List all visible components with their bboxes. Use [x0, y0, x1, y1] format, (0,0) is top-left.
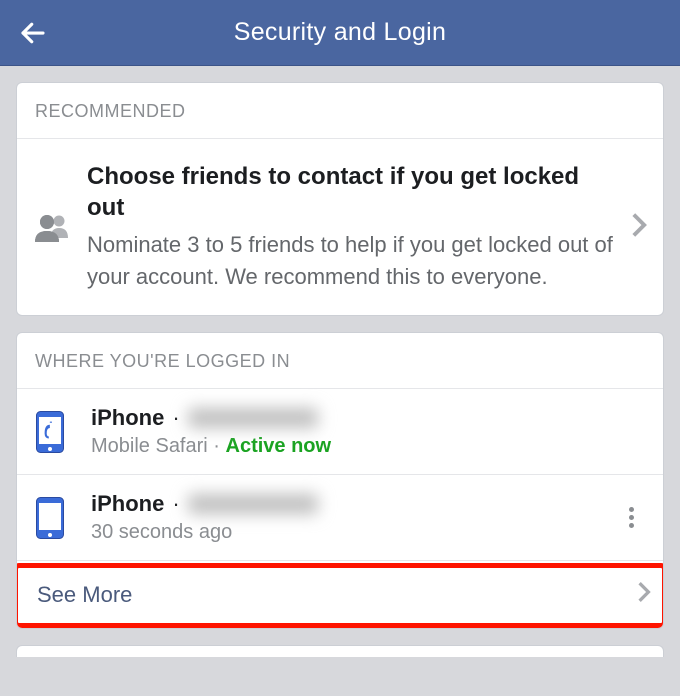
- session-text: iPhone · Mobile Safari · Active now: [91, 405, 645, 458]
- session-row[interactable]: iPhone · 30 seconds ago: [17, 475, 663, 561]
- recommended-header: RECOMMENDED: [17, 83, 663, 139]
- redacted-location: [188, 408, 318, 428]
- logged-in-header: WHERE YOU'RE LOGGED IN: [17, 333, 663, 389]
- session-row[interactable]: iPhone · Mobile Safari · Active now: [17, 389, 663, 475]
- trusted-contacts-title: Choose friends to contact if you get loc…: [87, 161, 619, 223]
- trusted-contacts-row[interactable]: Choose friends to contact if you get loc…: [17, 139, 663, 315]
- separator: ·: [172, 405, 179, 431]
- trusted-contacts-text: Choose friends to contact if you get loc…: [87, 161, 631, 293]
- phone-icon: [35, 410, 91, 454]
- see-more-row[interactable]: See More: [17, 561, 663, 628]
- session-device: iPhone: [91, 405, 164, 431]
- see-more-label: See More: [37, 582, 132, 608]
- chevron-right-icon: [637, 581, 651, 608]
- separator: ·: [208, 435, 226, 457]
- session-text: iPhone · 30 seconds ago: [91, 491, 617, 544]
- session-timestamp: 30 seconds ago: [91, 521, 232, 543]
- session-device: iPhone: [91, 491, 164, 517]
- session-browser: Mobile Safari: [91, 435, 208, 457]
- redacted-location: [188, 494, 318, 514]
- recommended-card: RECOMMENDED Choose friends to contact if…: [16, 82, 664, 316]
- trusted-contacts-subtitle: Nominate 3 to 5 friends to help if you g…: [87, 229, 619, 293]
- session-status: Active now: [226, 435, 332, 457]
- navbar: Security and Login: [0, 0, 680, 66]
- phone-icon: [35, 496, 91, 540]
- friends-icon: [33, 210, 87, 244]
- arrow-left-icon: [18, 18, 48, 48]
- back-button[interactable]: [18, 18, 48, 48]
- dots-vertical-icon: [629, 504, 634, 531]
- separator: ·: [172, 491, 179, 517]
- page-title: Security and Login: [0, 18, 680, 47]
- overflow-menu-button[interactable]: [617, 504, 645, 531]
- logged-in-card: WHERE YOU'RE LOGGED IN iPhone · Mobile S…: [16, 332, 664, 629]
- content: RECOMMENDED Choose friends to contact if…: [0, 66, 680, 657]
- next-card-peek: [16, 645, 664, 657]
- chevron-right-icon: [631, 212, 647, 243]
